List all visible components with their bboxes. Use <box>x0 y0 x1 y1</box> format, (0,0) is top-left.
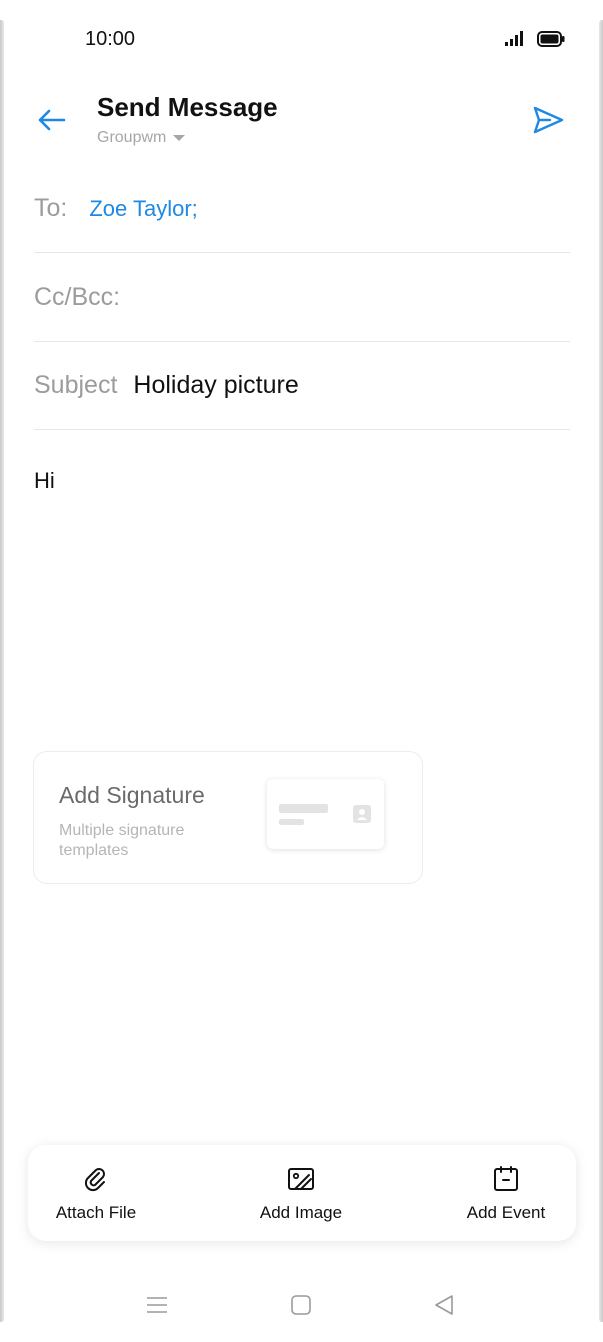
attach-file-button[interactable]: Attach File <box>36 1145 156 1241</box>
send-icon[interactable] <box>530 102 566 138</box>
status-bar: 10:00 <box>0 26 603 56</box>
recipient-chip[interactable]: Zoe Taylor; <box>89 196 197 222</box>
add-event-button[interactable]: Add Event <box>446 1145 566 1241</box>
preview-line <box>279 804 328 813</box>
attach-file-label: Attach File <box>55 1203 137 1222</box>
to-field[interactable]: To: Zoe Taylor; <box>34 165 570 253</box>
paperclip-icon <box>84 1168 105 1192</box>
status-time: 10:00 <box>85 28 136 50</box>
device-edge-right <box>599 20 603 1322</box>
signature-subtitle: Multiple signature templates <box>59 822 185 859</box>
signature-title: Add Signature <box>59 782 205 808</box>
page-title: Send Message <box>97 92 278 122</box>
phone-screen: 10:00 Send Message Groupwm To: Zoe Taylo… <box>0 0 603 1342</box>
add-signature-card[interactable]: Add Signature Multiple signature templat… <box>33 751 423 884</box>
add-event-label: Add Event <box>466 1203 546 1222</box>
cc-bcc-field[interactable]: Cc/Bcc: <box>34 254 570 342</box>
image-icon <box>288 1168 314 1190</box>
account-name: Groupwm <box>97 129 167 146</box>
menu-icon[interactable] <box>146 1294 168 1316</box>
signature-preview-illustration <box>267 779 384 849</box>
home-icon[interactable] <box>290 1294 312 1316</box>
subject-field[interactable]: Subject Holiday picture <box>34 342 570 430</box>
signal-icon <box>505 31 523 46</box>
subject-label: Subject <box>34 371 118 399</box>
system-nav-bar <box>0 1290 603 1320</box>
message-body[interactable]: Hi <box>34 468 55 494</box>
add-image-label: Add Image <box>259 1203 343 1222</box>
calendar-icon <box>494 1166 518 1191</box>
battery-icon <box>537 31 565 47</box>
device-edge-left <box>0 20 4 1322</box>
contact-icon <box>353 805 371 823</box>
back-arrow-icon[interactable] <box>33 102 69 138</box>
account-selector[interactable]: Groupwm <box>97 129 186 147</box>
to-label: To: <box>34 194 68 222</box>
compose-toolbar: Attach File Add Image Add Event <box>28 1145 576 1241</box>
caret-down-icon <box>173 135 186 141</box>
header: Send Message Groupwm <box>0 88 603 158</box>
add-image-button[interactable]: Add Image <box>241 1145 361 1241</box>
subject-value[interactable]: Holiday picture <box>133 371 298 400</box>
preview-line <box>279 819 304 825</box>
cc-bcc-label: Cc/Bcc: <box>34 283 121 311</box>
nav-back-icon[interactable] <box>433 1294 455 1316</box>
